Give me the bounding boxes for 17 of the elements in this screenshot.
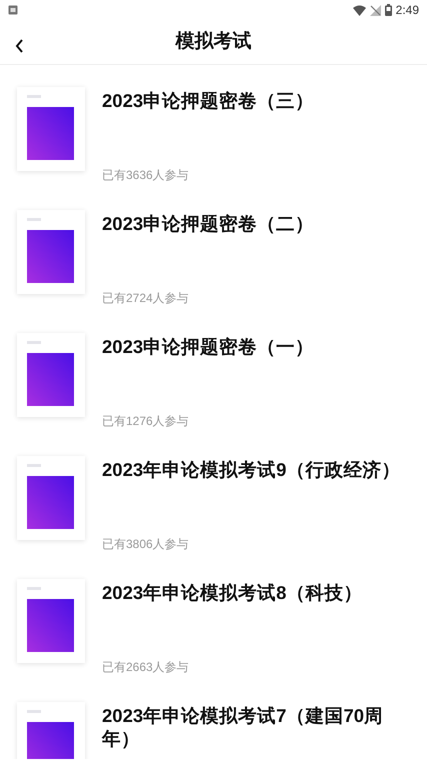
clock-time: 2:49 [396,2,419,19]
exam-title[interactable]: 2023申论押题密卷（一） [102,335,413,358]
participant-count: 已有1276人参与 [102,413,190,430]
participant-count: 已有3636人参与 [102,167,190,184]
participant-count: 已有2724人参与 [102,290,190,307]
exam-title[interactable]: 2023申论押题密卷（三） [102,89,413,112]
exam-title[interactable]: 2023申论押题密卷（二） [102,212,413,236]
page-title: 模拟考试 [176,30,252,54]
battery-icon [384,4,392,16]
no-signal-icon [370,4,381,16]
wifi-icon [352,4,366,16]
exam-title[interactable]: 2023年申论模拟考试8（科技） [102,581,413,604]
participant-count: 已有3806人参与 [102,536,190,553]
participant-count: 已有2663人参与 [102,659,190,676]
exam-title[interactable]: 2023年申论模拟考试7（建国70周年） [102,704,413,750]
exam-title[interactable]: 2023年申论模拟考试9（行政经济） [102,458,413,482]
notification-icon [8,5,18,15]
